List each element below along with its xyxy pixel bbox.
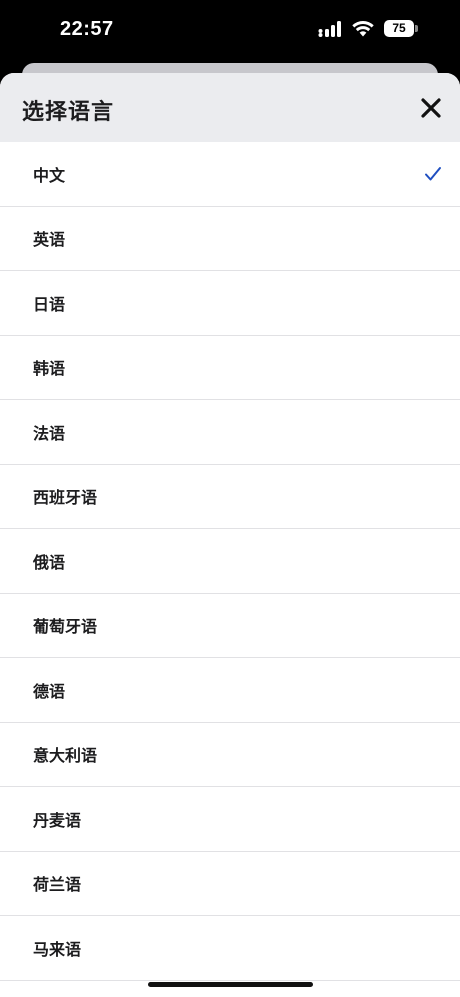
language-option[interactable]: 丹麦语 <box>0 787 460 852</box>
language-option[interactable]: 马来语 <box>0 916 460 981</box>
language-option-label: 葡萄牙语 <box>33 619 98 637</box>
battery-icon: 75 <box>384 20 418 37</box>
language-option-label: 中文 <box>33 167 66 185</box>
language-option[interactable]: 中文 <box>0 142 460 207</box>
language-option-label: 西班牙语 <box>33 490 98 508</box>
wifi-icon <box>352 20 374 36</box>
language-option[interactable]: 俄语 <box>0 529 460 594</box>
language-list: 中文英语日语韩语法语西班牙语俄语葡萄牙语德语意大利语丹麦语荷兰语马来语 <box>0 142 460 981</box>
language-option[interactable]: 韩语 <box>0 336 460 400</box>
language-option-label: 意大利语 <box>33 748 98 766</box>
status-time: 22:57 <box>60 18 114 40</box>
language-option[interactable]: 法语 <box>0 400 460 465</box>
signal-icon <box>318 20 341 37</box>
sheet-header: 选择语言 <box>0 73 460 142</box>
battery-level: 75 <box>384 20 414 37</box>
language-option-label: 法语 <box>33 425 66 443</box>
language-picker-sheet: 选择语言 中文英语日语韩语法语西班牙语俄语葡萄牙语德语意大利语丹麦语荷兰语马来语 <box>0 73 460 997</box>
language-option[interactable]: 日语 <box>0 271 460 336</box>
language-option[interactable]: 英语 <box>0 207 460 271</box>
close-button[interactable] <box>416 93 446 123</box>
language-option-label: 韩语 <box>33 361 66 379</box>
language-option[interactable]: 西班牙语 <box>0 465 460 529</box>
language-option[interactable]: 葡萄牙语 <box>0 594 460 658</box>
home-indicator <box>148 982 313 987</box>
language-option-label: 日语 <box>33 296 66 314</box>
language-option-label: 英语 <box>33 232 66 250</box>
checkmark-icon <box>425 166 441 181</box>
close-icon <box>421 98 441 118</box>
status-icons: 75 <box>318 20 418 37</box>
language-option-label: 丹麦语 <box>33 812 82 830</box>
language-option[interactable]: 荷兰语 <box>0 852 460 916</box>
status-bar: 22:57 75 <box>0 0 460 64</box>
language-option[interactable]: 意大利语 <box>0 723 460 787</box>
sheet-title: 选择语言 <box>22 99 115 124</box>
language-option-label: 德语 <box>33 683 66 701</box>
battery-cap <box>415 25 418 32</box>
language-option-label: 马来语 <box>33 941 82 959</box>
language-option[interactable]: 德语 <box>0 658 460 723</box>
language-option-label: 俄语 <box>33 554 66 572</box>
language-option-label: 荷兰语 <box>33 877 82 895</box>
